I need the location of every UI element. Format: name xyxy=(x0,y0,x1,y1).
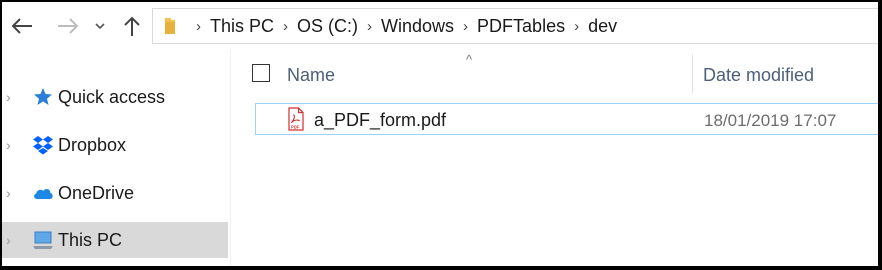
file-explorer-window: › This PC › OS (C:) › Windows › PDFTable… xyxy=(2,2,878,266)
arrow-left-icon xyxy=(11,18,32,34)
dropbox-icon xyxy=(32,134,54,156)
sidebar-item-label: This PC xyxy=(58,229,123,250)
navigation-bar: › This PC › OS (C:) › Windows › PDFTable… xyxy=(2,2,878,50)
breadcrumb-separator[interactable]: › xyxy=(196,18,201,35)
arrow-up-icon xyxy=(124,16,140,36)
expand-chevron-icon[interactable]: › xyxy=(6,232,11,248)
breadcrumb-separator[interactable]: › xyxy=(283,18,288,35)
column-header-name[interactable]: Name xyxy=(287,65,335,86)
cloud-icon xyxy=(32,182,54,204)
sidebar-item-dropbox[interactable]: › Dropbox xyxy=(2,127,228,163)
computer-icon xyxy=(32,229,54,251)
pane-divider[interactable] xyxy=(230,50,231,266)
up-button[interactable] xyxy=(118,12,146,40)
breadcrumb-separator[interactable]: › xyxy=(574,18,579,35)
breadcrumb-separator[interactable]: › xyxy=(367,18,372,35)
sidebar-item-onedrive[interactable]: › OneDrive xyxy=(2,175,228,211)
column-header-date-modified[interactable]: Date modified xyxy=(703,65,814,86)
sidebar-item-label: OneDrive xyxy=(58,182,135,203)
forward-button[interactable] xyxy=(52,12,84,40)
sidebar-item-quick-access[interactable]: › Quick access xyxy=(2,79,228,115)
file-date-modified: 18/01/2019 17:07 xyxy=(704,111,837,130)
sort-ascending-icon: ^ xyxy=(466,52,473,67)
navigation-pane: › Quick access › Dropbox › OneDrive › Th… xyxy=(2,50,230,266)
folder-icon xyxy=(163,16,177,36)
breadcrumb-separator[interactable]: › xyxy=(463,18,468,35)
breadcrumb-dev[interactable]: dev xyxy=(588,16,617,37)
star-icon xyxy=(32,86,54,108)
recent-locations-button[interactable] xyxy=(92,12,108,40)
file-row[interactable]: PDF a_PDF_form.pdf 18/01/2019 17:07 xyxy=(255,103,878,135)
breadcrumb-windows[interactable]: Windows xyxy=(381,16,454,37)
pdf-file-icon-label: PDF xyxy=(291,125,300,130)
pdf-file-icon: PDF xyxy=(288,107,304,136)
sidebar-item-this-pc[interactable]: › This PC xyxy=(2,222,228,258)
breadcrumb-os-c[interactable]: OS (C:) xyxy=(297,16,358,37)
address-bar[interactable]: › This PC › OS (C:) › Windows › PDFTable… xyxy=(152,8,878,44)
expand-chevron-icon[interactable]: › xyxy=(6,137,11,153)
select-all-checkbox[interactable] xyxy=(252,64,270,82)
back-button[interactable] xyxy=(6,12,38,40)
sidebar-item-label: Dropbox xyxy=(58,134,127,155)
expand-chevron-icon[interactable]: › xyxy=(6,185,11,201)
sidebar-item-label: Quick access xyxy=(58,86,166,107)
column-header-row: ^ Name Date modified xyxy=(232,50,878,96)
breadcrumb-this-pc[interactable]: This PC xyxy=(210,16,274,37)
file-name: a_PDF_form.pdf xyxy=(314,110,447,130)
column-resize-handle[interactable] xyxy=(692,54,693,94)
expand-chevron-icon[interactable]: › xyxy=(6,89,11,105)
breadcrumb-pdftables[interactable]: PDFTables xyxy=(477,16,565,37)
arrow-right-icon xyxy=(58,18,79,34)
chevron-down-icon xyxy=(95,23,105,30)
